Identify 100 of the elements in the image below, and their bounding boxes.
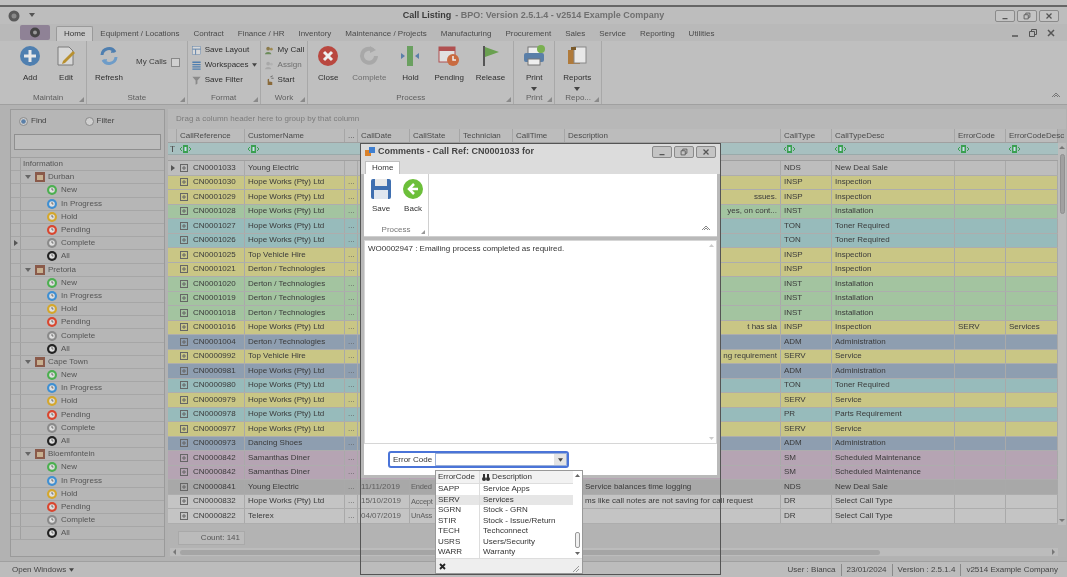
column-header[interactable]: ErrorCode	[438, 471, 475, 483]
dropdown-item[interactable]: SERV Services	[436, 494, 573, 505]
ribbon-tab[interactable]: Equipment / Locations	[93, 26, 187, 41]
tree-item[interactable]: Hold	[61, 303, 78, 316]
column-header[interactable]: Description	[492, 471, 532, 483]
ribbon-button[interactable]: Add	[13, 43, 47, 84]
filter-condition-icon[interactable]	[784, 144, 795, 153]
dropdown-field[interactable]	[435, 453, 567, 466]
ribbon-tab[interactable]: Reporting	[632, 26, 682, 41]
tree-item[interactable]: Cape Town	[48, 355, 88, 368]
filter-condition-icon[interactable]	[1009, 144, 1020, 153]
column-header[interactable]: Technician	[463, 129, 501, 142]
expand-row-icon[interactable]	[180, 439, 188, 448]
expand-row-icon[interactable]	[180, 178, 188, 187]
scrollbar-thumb[interactable]	[1059, 154, 1065, 214]
expand-row-icon[interactable]	[180, 236, 188, 245]
search-field[interactable]	[14, 134, 161, 150]
resize-grip-icon[interactable]	[572, 565, 579, 572]
ribbon-tab[interactable]: Finance / HR	[230, 26, 292, 41]
scroll-down-icon[interactable]	[575, 552, 580, 556]
expand-row-icon[interactable]	[180, 352, 188, 361]
scroll-up-icon[interactable]	[575, 473, 580, 477]
expander-icon[interactable]	[25, 266, 31, 273]
expand-row-icon[interactable]	[180, 482, 188, 491]
tree-item[interactable]: Durban	[48, 171, 75, 184]
expand-row-icon[interactable]	[180, 511, 188, 520]
restore-icon[interactable]	[674, 146, 694, 158]
expand-row-icon[interactable]	[180, 381, 188, 390]
tree-item[interactable]: New	[61, 369, 77, 382]
dialog-launcher-icon[interactable]	[252, 97, 258, 102]
column-header[interactable]: ErrorCode	[958, 129, 995, 142]
vertical-scrollbar[interactable]	[573, 471, 582, 558]
column-header[interactable]: CallState	[413, 129, 446, 142]
minimize-icon[interactable]	[652, 146, 672, 158]
expand-row-icon[interactable]	[180, 337, 188, 346]
collapse-ribbon-icon[interactable]	[1051, 91, 1061, 98]
ribbon-tab[interactable]: Service	[592, 26, 633, 41]
ribbon-tab[interactable]: Maintenance / Projects	[338, 26, 434, 41]
expand-row-icon[interactable]	[180, 163, 188, 172]
dropdown-item[interactable]: SAPP Service Apps	[436, 484, 573, 495]
tree-item[interactable]: New	[61, 184, 77, 197]
ribbon-tab[interactable]: Utilities	[681, 26, 722, 41]
ribbon-button[interactable]: Start	[263, 74, 305, 86]
radio-button[interactable]: Find	[19, 115, 47, 127]
app-logo-icon[interactable]	[8, 9, 20, 22]
dropdown-button[interactable]	[554, 454, 566, 465]
tree-item[interactable]: Complete	[61, 329, 96, 342]
tree-item[interactable]: In Progress	[61, 289, 102, 302]
application-menu-button[interactable]	[20, 25, 50, 40]
ribbon-tab[interactable]: Manufacturing	[433, 26, 499, 41]
radio-button[interactable]: Filter	[84, 115, 115, 127]
column-header[interactable]: ErrorCodeDesc	[1009, 129, 1065, 142]
tree-item[interactable]: Complete	[61, 514, 96, 527]
filter-condition-icon[interactable]	[958, 144, 969, 153]
ribbon-tab[interactable]: Home	[56, 26, 94, 41]
column-header[interactable]: CustomerName	[248, 129, 304, 142]
tree-item[interactable]: In Progress	[61, 474, 102, 487]
ribbon-button[interactable]: Hold	[393, 43, 428, 84]
ribbon-button[interactable]: Save	[368, 178, 394, 223]
tree-item[interactable]: Complete	[61, 421, 96, 434]
expand-row-icon[interactable]	[180, 250, 188, 259]
expand-row-icon[interactable]	[180, 410, 188, 419]
filter-condition-icon[interactable]	[248, 144, 259, 153]
dialog-launcher-icon[interactable]	[506, 97, 512, 102]
ribbon-tab[interactable]: Procurement	[498, 26, 559, 41]
filter-condition-icon[interactable]	[180, 144, 191, 153]
ribbon-tab[interactable]: Inventory	[291, 26, 339, 41]
expand-row-icon[interactable]	[180, 192, 188, 201]
ribbon-button[interactable]: Release	[470, 43, 511, 84]
tree-item[interactable]: Bloemfontein	[48, 448, 95, 461]
dropdown-item[interactable]: SGRN Stock - GRN	[436, 505, 573, 516]
tree-item[interactable]: New	[61, 276, 77, 289]
expander-icon[interactable]	[25, 358, 31, 365]
column-header[interactable]: CallTypeDesc	[835, 129, 885, 142]
expand-row-icon[interactable]	[180, 497, 188, 506]
column-header[interactable]: CallDate	[361, 129, 392, 142]
filter-condition-icon[interactable]	[835, 144, 846, 153]
restore-icon[interactable]	[1017, 9, 1037, 22]
expand-row-icon[interactable]	[180, 366, 188, 375]
ribbon-button[interactable]: Close	[311, 43, 346, 84]
dropdown-item[interactable]: USRS Users/Security	[436, 536, 573, 547]
ribbon-button[interactable]: Save Layout	[190, 44, 257, 56]
dialog-launcher-icon[interactable]	[179, 97, 185, 102]
ribbon-button[interactable]: Pending	[429, 43, 469, 84]
tree-item[interactable]: All	[61, 342, 70, 355]
expander-icon[interactable]	[25, 451, 31, 458]
dialog-launcher-icon[interactable]	[547, 97, 553, 102]
vertical-scrollbar[interactable]	[1058, 143, 1066, 525]
checkbox[interactable]	[170, 57, 180, 67]
scroll-left-icon[interactable]	[172, 549, 177, 555]
tree-item[interactable]: Hold	[61, 487, 78, 500]
ribbon-button[interactable]: Print	[517, 43, 552, 91]
tree-item[interactable]: All	[61, 527, 70, 540]
tree-item[interactable]: Pending	[61, 316, 91, 329]
scroll-down-icon[interactable]	[1059, 518, 1065, 523]
tree-item[interactable]: In Progress	[61, 197, 102, 210]
column-header[interactable]: ...	[348, 129, 355, 142]
expand-row-icon[interactable]	[180, 279, 188, 288]
ribbon-tab[interactable]: Sales	[558, 26, 593, 41]
dropdown-item[interactable]: WARR Warranty	[436, 547, 573, 558]
